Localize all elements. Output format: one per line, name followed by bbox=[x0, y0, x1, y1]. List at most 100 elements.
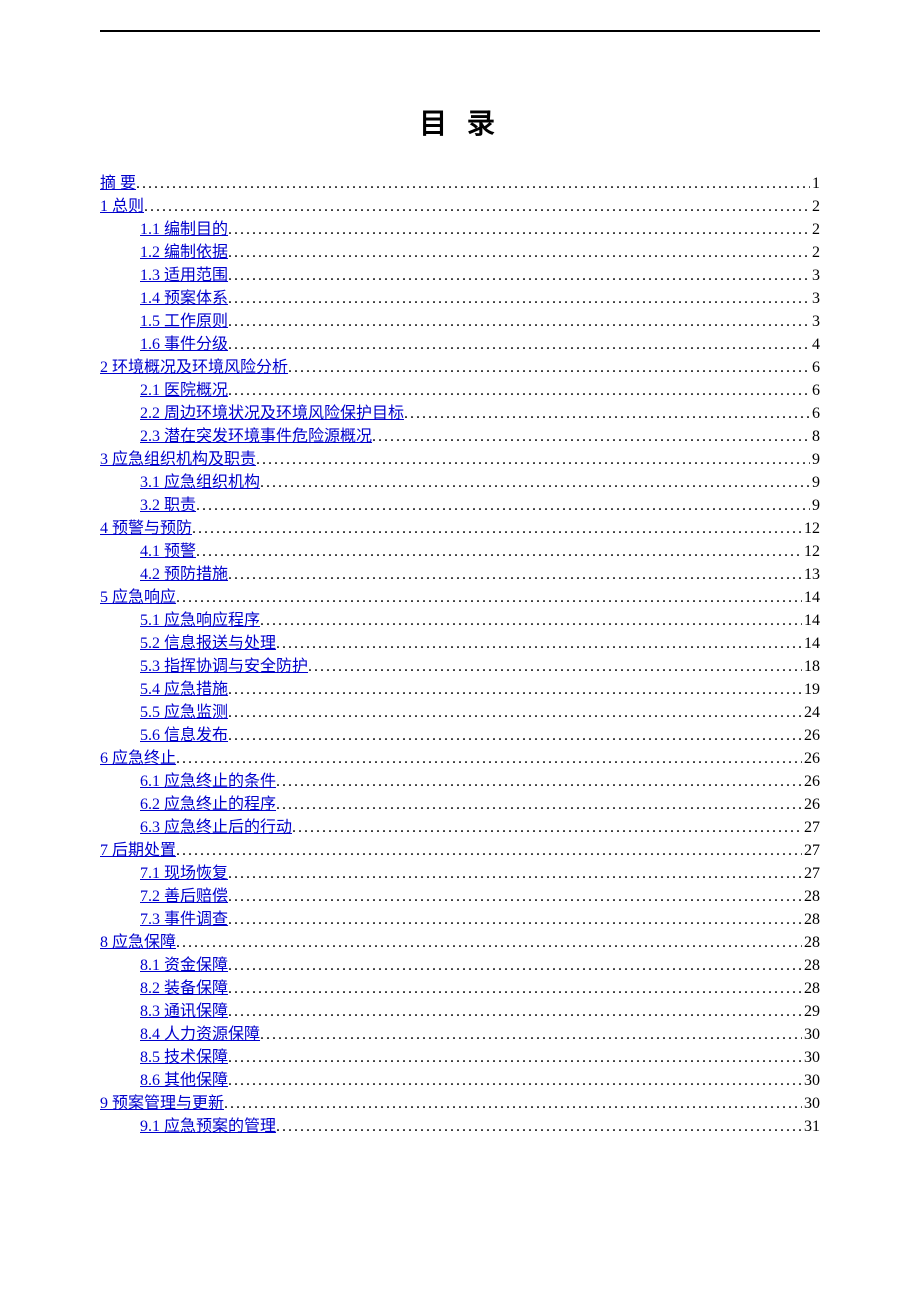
toc-leader-dots bbox=[228, 954, 802, 977]
toc-link[interactable]: 1.2 编制依据 bbox=[140, 241, 228, 264]
toc-link[interactable]: 1.1 编制目的 bbox=[140, 218, 228, 241]
document-page: 目 录 摘 要11 总则21.1 编制目的21.2 编制依据21.3 适用范围3… bbox=[0, 0, 920, 1198]
toc-page-number: 28 bbox=[802, 885, 820, 908]
toc-page-number: 30 bbox=[802, 1023, 820, 1046]
toc-link[interactable]: 9.1 应急预案的管理 bbox=[140, 1115, 276, 1138]
toc-page-number: 28 bbox=[802, 931, 820, 954]
toc-link[interactable]: 7.1 现场恢复 bbox=[140, 862, 228, 885]
toc-link[interactable]: 5.6 信息发布 bbox=[140, 724, 228, 747]
toc-leader-dots bbox=[228, 218, 810, 241]
toc-entry: 摘 要 1 bbox=[100, 172, 820, 195]
toc-entry: 3 应急组织机构及职责 9 bbox=[100, 448, 820, 471]
toc-link[interactable]: 7.3 事件调查 bbox=[140, 908, 228, 931]
toc-leader-dots bbox=[260, 471, 810, 494]
toc-entry: 3.1 应急组织机构9 bbox=[140, 471, 820, 494]
toc-link[interactable]: 5.3 指挥协调与安全防护 bbox=[140, 655, 308, 678]
toc-leader-dots bbox=[176, 586, 802, 609]
toc-entry: 8.3 通讯保障 29 bbox=[140, 1000, 820, 1023]
toc-leader-dots bbox=[228, 977, 802, 1000]
toc-entry: 9.1 应急预案的管理31 bbox=[140, 1115, 820, 1138]
toc-entry: 6.3 应急终止后的行动 27 bbox=[140, 816, 820, 839]
toc-entry: 7 后期处置 27 bbox=[100, 839, 820, 862]
toc-leader-dots bbox=[228, 678, 802, 701]
toc-link[interactable]: 5 应急响应 bbox=[100, 586, 176, 609]
toc-link[interactable]: 8.4 人力资源保障 bbox=[140, 1023, 260, 1046]
toc-link[interactable]: 6.3 应急终止后的行动 bbox=[140, 816, 292, 839]
toc-leader-dots bbox=[196, 540, 802, 563]
toc-leader-dots bbox=[288, 356, 810, 379]
toc-link[interactable]: 4.2 预防措施 bbox=[140, 563, 228, 586]
toc-leader-dots bbox=[372, 425, 810, 448]
toc-entry: 1.1 编制目的 2 bbox=[140, 218, 820, 241]
toc-link[interactable]: 7 后期处置 bbox=[100, 839, 176, 862]
toc-link[interactable]: 1.5 工作原则 bbox=[140, 310, 228, 333]
toc-link[interactable]: 8.2 装备保障 bbox=[140, 977, 228, 1000]
toc-page-number: 12 bbox=[802, 540, 820, 563]
toc-link[interactable]: 6.1 应急终止的条件 bbox=[140, 770, 276, 793]
toc-leader-dots bbox=[224, 1092, 802, 1115]
toc-link[interactable]: 2.3 潜在突发环境事件危险源概况 bbox=[140, 425, 372, 448]
toc-link[interactable]: 8.1 资金保障 bbox=[140, 954, 228, 977]
toc-link[interactable]: 摘 要 bbox=[100, 172, 136, 195]
toc-link[interactable]: 1.4 预案体系 bbox=[140, 287, 228, 310]
toc-link[interactable]: 5.2 信息报送与处理 bbox=[140, 632, 276, 655]
toc-leader-dots bbox=[228, 862, 802, 885]
toc-link[interactable]: 8.5 技术保障 bbox=[140, 1046, 228, 1069]
toc-page-number: 6 bbox=[810, 356, 820, 379]
toc-link[interactable]: 8 应急保障 bbox=[100, 931, 176, 954]
toc-page-number: 28 bbox=[802, 908, 820, 931]
toc-entry: 1.4 预案体系3 bbox=[140, 287, 820, 310]
toc-page-number: 30 bbox=[802, 1046, 820, 1069]
toc-entry: 9 预案管理与更新30 bbox=[100, 1092, 820, 1115]
toc-link[interactable]: 4.1 预警 bbox=[140, 540, 196, 563]
toc-link[interactable]: 4 预警与预防 bbox=[100, 517, 192, 540]
toc-page-number: 26 bbox=[802, 793, 820, 816]
toc-entry: 6.1 应急终止的条件26 bbox=[140, 770, 820, 793]
toc-leader-dots bbox=[260, 609, 802, 632]
toc-link[interactable]: 3.1 应急组织机构 bbox=[140, 471, 260, 494]
toc-page-number: 19 bbox=[802, 678, 820, 701]
toc-page-number: 9 bbox=[810, 448, 820, 471]
toc-page-number: 27 bbox=[802, 816, 820, 839]
toc-page-number: 27 bbox=[802, 839, 820, 862]
toc-link[interactable]: 3 应急组织机构及职责 bbox=[100, 448, 256, 471]
toc-page-number: 12 bbox=[802, 517, 820, 540]
toc-page-number: 27 bbox=[802, 862, 820, 885]
toc-link[interactable]: 2.1 医院概况 bbox=[140, 379, 228, 402]
toc-entry: 6 应急终止26 bbox=[100, 747, 820, 770]
toc-link[interactable]: 8.3 通讯保障 bbox=[140, 1000, 228, 1023]
toc-page-number: 1 bbox=[810, 172, 820, 195]
toc-link[interactable]: 5.1 应急响应程序 bbox=[140, 609, 260, 632]
toc-link[interactable]: 1 总则 bbox=[100, 195, 144, 218]
toc-link[interactable]: 5.5 应急监测 bbox=[140, 701, 228, 724]
toc-entry: 2.1 医院概况6 bbox=[140, 379, 820, 402]
top-rule bbox=[100, 30, 820, 32]
toc-entry: 1.6 事件分级4 bbox=[140, 333, 820, 356]
toc-leader-dots bbox=[260, 1023, 802, 1046]
toc-link[interactable]: 1.3 适用范围 bbox=[140, 264, 228, 287]
toc-link[interactable]: 6.2 应急终止的程序 bbox=[140, 793, 276, 816]
toc-leader-dots bbox=[144, 195, 810, 218]
toc-leader-dots bbox=[196, 494, 810, 517]
toc-link[interactable]: 3.2 职责 bbox=[140, 494, 196, 517]
toc-page-number: 24 bbox=[802, 701, 820, 724]
toc-leader-dots bbox=[176, 839, 802, 862]
toc-link[interactable]: 7.2 善后赔偿 bbox=[140, 885, 228, 908]
toc-entry: 5.4 应急措施 19 bbox=[140, 678, 820, 701]
toc-leader-dots bbox=[176, 931, 802, 954]
toc-link[interactable]: 5.4 应急措施 bbox=[140, 678, 228, 701]
toc-leader-dots bbox=[228, 885, 802, 908]
toc-link[interactable]: 8.6 其他保障 bbox=[140, 1069, 228, 1092]
toc-link[interactable]: 2 环境概况及环境风险分析 bbox=[100, 356, 288, 379]
toc-leader-dots bbox=[228, 287, 810, 310]
toc-link[interactable]: 6 应急终止 bbox=[100, 747, 176, 770]
toc-leader-dots bbox=[228, 908, 802, 931]
toc-link[interactable]: 1.6 事件分级 bbox=[140, 333, 228, 356]
toc-leader-dots bbox=[276, 793, 802, 816]
toc-link[interactable]: 2.2 周边环境状况及环境风险保护目标 bbox=[140, 402, 404, 425]
toc-entry: 7.2 善后赔偿 28 bbox=[140, 885, 820, 908]
toc-link[interactable]: 9 预案管理与更新 bbox=[100, 1092, 224, 1115]
toc-page-number: 29 bbox=[802, 1000, 820, 1023]
toc-entry: 8.1 资金保障28 bbox=[140, 954, 820, 977]
toc-page-number: 2 bbox=[810, 218, 820, 241]
